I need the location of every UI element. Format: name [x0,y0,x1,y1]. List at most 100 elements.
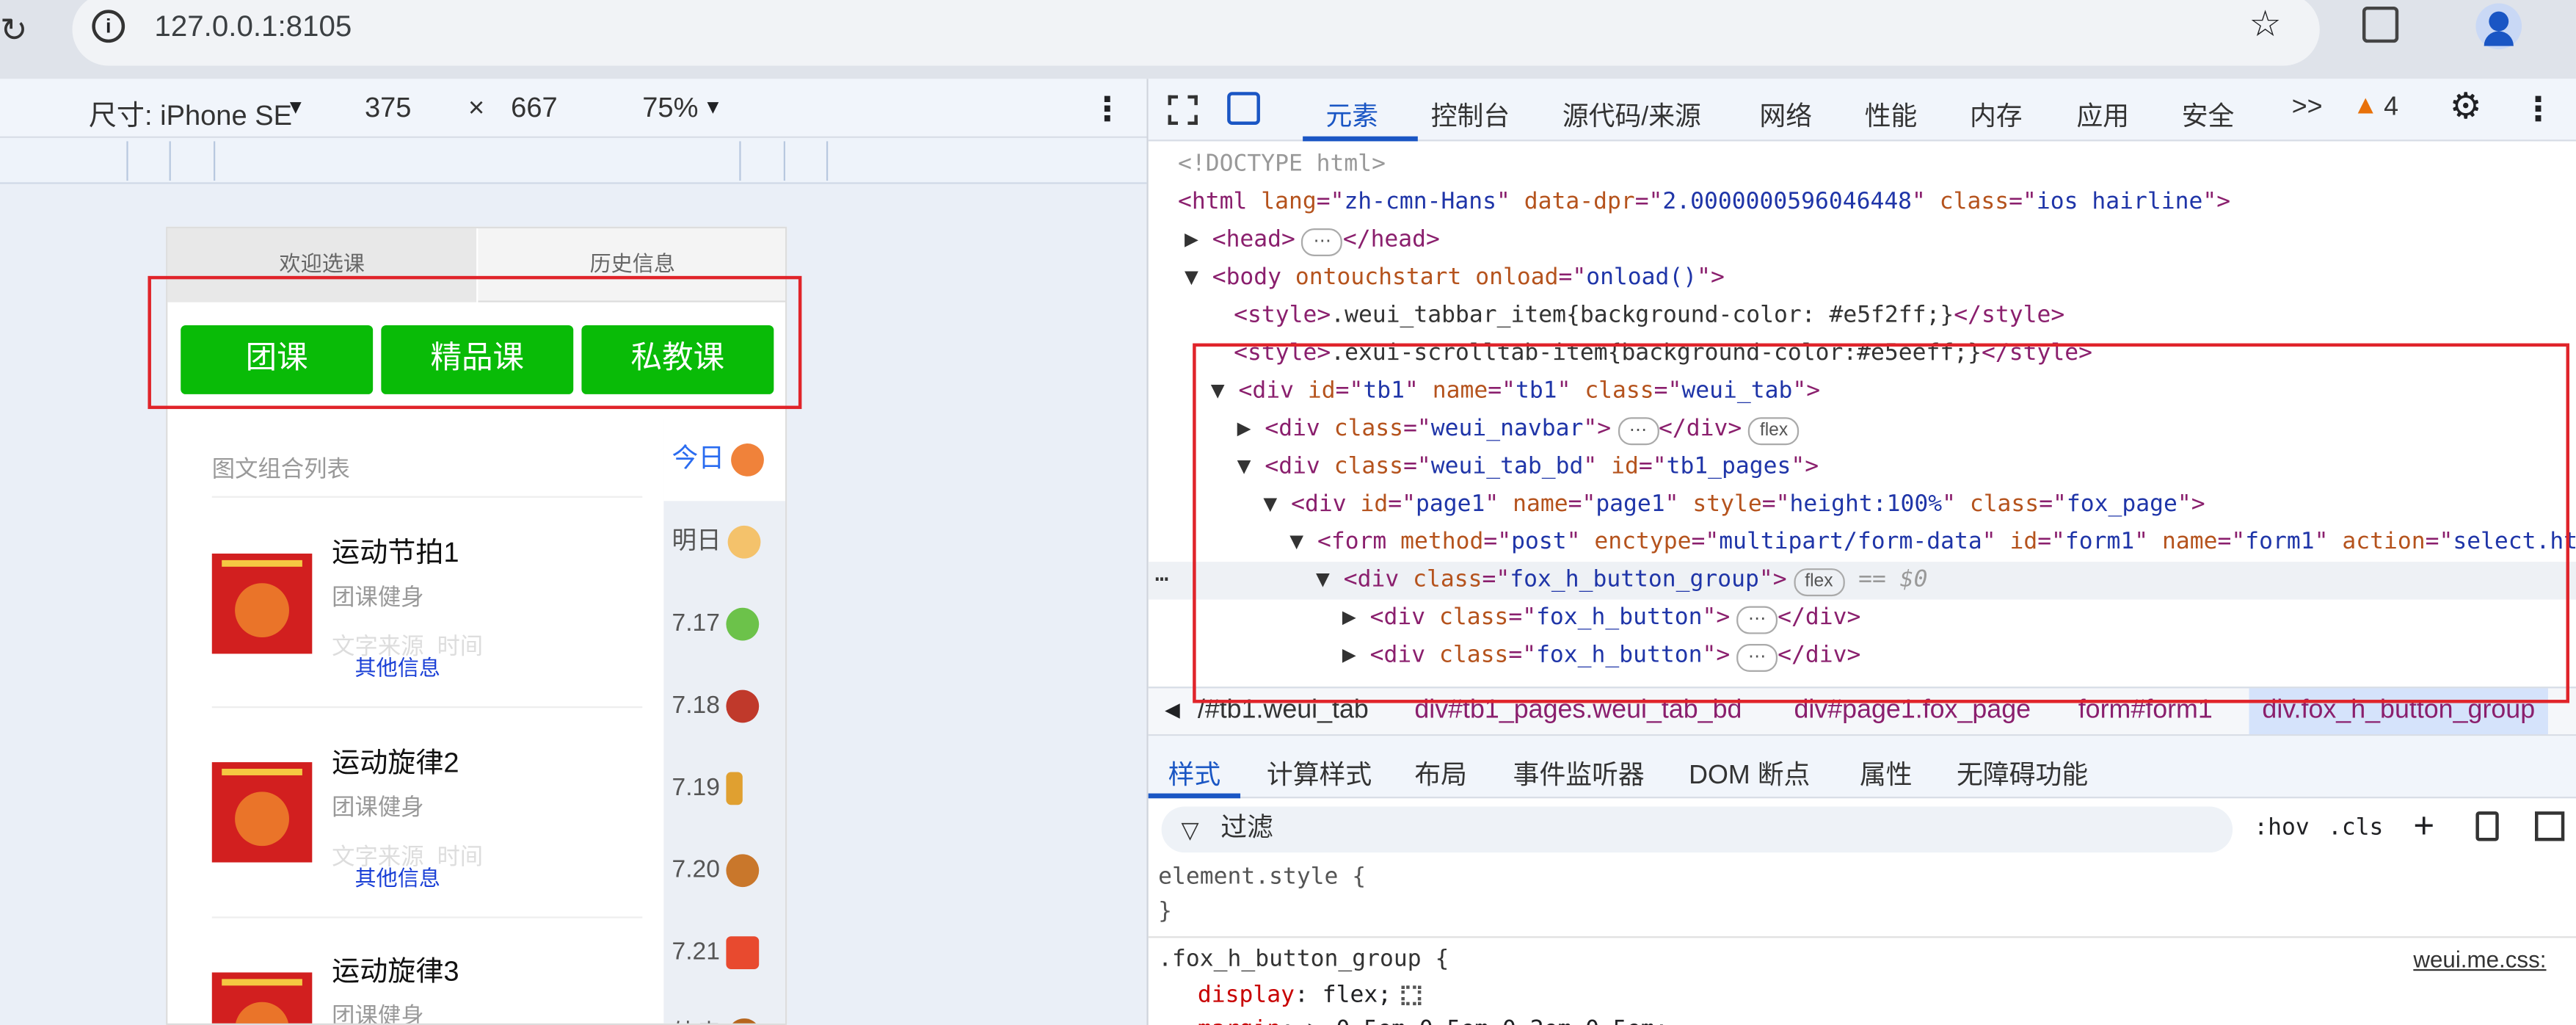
tab-computed[interactable]: 计算样式 [1267,753,1372,792]
tab-security[interactable]: 安全 [2182,94,2235,134]
chevron-down-icon[interactable]: ▼ [285,95,305,118]
sidebar-item-date[interactable]: 7.17 [663,583,785,665]
tab-memory[interactable]: 内存 [1970,94,2023,134]
tab-network[interactable]: 网络 [1759,94,1812,134]
dom-node[interactable]: <style>.weui_tabbar_item{background-colo… [1149,297,2576,335]
dom-node[interactable]: ▶ <head> ⋯ </head> [1149,222,2576,259]
food-icon [726,854,760,888]
filter-input[interactable]: ▽ 过滤 [1161,806,2233,853]
tab-sources[interactable]: 源代码/来源 [1562,94,1701,134]
date-sidebar: 今日 明日 7.17 7.18 7.19 7.20 7.21 外卖 [663,419,786,1024]
item-other-info[interactable]: 其他信息 [355,861,440,892]
tab-elements[interactable]: 元素 [1325,94,1378,134]
item-time: 时间 [437,632,484,659]
profile-avatar[interactable] [2475,3,2522,50]
tab-console[interactable]: 控制台 [1431,94,1510,134]
divider [211,706,643,709]
highlight-box [148,275,802,410]
item-other-info[interactable]: 其他信息 [355,651,440,682]
sun-icon [731,443,764,477]
scroll-left-icon[interactable]: ◀ [1165,698,1180,721]
more-options-icon[interactable]: ⋮ [1091,89,1124,130]
salad-icon [726,607,760,641]
gift-icon [726,936,760,970]
reload-icon[interactable]: ↻ [0,10,28,51]
list-header: 图文组合列表 [211,454,350,482]
chevron-down-icon[interactable]: ▼ [703,95,723,118]
styles-tabbar: 样式 计算样式 布局 事件监听器 DOM 断点 属性 无障碍功能 [1148,736,2576,799]
sunrise-icon [727,525,761,559]
inspect-element-icon[interactable] [1168,95,1198,126]
width-input[interactable]: 375 [365,92,412,125]
flex-editor-icon[interactable] [1401,985,1422,1006]
item-title[interactable]: 运动节拍1 [332,529,459,570]
rule-end: } [1158,898,1173,925]
dom-node[interactable]: <!DOCTYPE html> [1149,146,2576,184]
sidebar-item-date[interactable]: 7.20 [663,830,785,912]
device-toggle-icon[interactable] [1227,92,1260,126]
device-select[interactable]: 尺寸: iPhone SE [89,92,292,133]
warning-icon[interactable]: ▲ [2353,92,2379,121]
browser-toolbar: ↻ i 127.0.0.1:8105 ☆ [0,0,2576,79]
more-options-icon[interactable]: ⋮ [2522,89,2555,130]
add-rule-icon[interactable]: + [2413,805,2434,847]
filter-icon: ▽ [1181,816,1199,843]
divider [211,496,643,498]
tab-dom-breakpoints[interactable]: DOM 断点 [1689,753,1810,792]
site-info-icon[interactable]: i [92,10,125,43]
css-property[interactable]: margin: ▶ 0.5em 0.5em 0.2em 0.5em; [1198,1017,1669,1025]
stylesheet-link[interactable]: weui.me.css: [2413,946,2546,973]
item-thumbnail[interactable] [211,553,313,654]
settings-gear-icon[interactable]: ⚙ [2450,85,2482,128]
item-title[interactable]: 运动旋律2 [332,739,459,780]
item-subtitle: 团课健身 [332,1002,424,1025]
more-tabs-button[interactable]: >> [2292,94,2323,123]
item-thumbnail[interactable] [211,972,313,1024]
height-input[interactable]: 667 [511,92,558,125]
zoom-select[interactable]: 75% [642,92,698,125]
item-time: 时间 [437,842,484,869]
dom-node[interactable]: ▼ <body ontouchstart onload="onload()"> [1149,259,2576,297]
tab-event-listeners[interactable]: 事件监听器 [1513,753,1645,792]
active-tab-indicator [1303,136,1418,142]
rule-selector[interactable]: element.style { [1158,864,1366,891]
rule-selector[interactable]: .fox_h_button_group { [1158,946,1449,973]
divider [211,916,643,919]
item-subtitle: 团课健身 [332,793,424,820]
tab-styles[interactable]: 样式 [1168,753,1221,792]
css-property[interactable]: display: flex; [1198,982,1422,1009]
sidebar-item-today[interactable]: 今日 [663,419,786,501]
cls-toggle[interactable]: .cls [2328,815,2383,841]
sidebar-item-date[interactable]: 7.21 [663,912,785,994]
sidebar-item-date[interactable]: 7.18 [663,665,785,747]
device-toolbar: 尺寸: iPhone SE ▼ 375 × 667 75% ▼ ⋮ [0,79,1147,138]
sidebar-item-takeout[interactable]: 外卖 [663,994,785,1024]
active-tab-indicator [1148,793,1241,799]
tab-properties[interactable]: 属性 [1860,753,1913,792]
element-style-rule: element.style { } [1148,859,2576,938]
url-text[interactable]: 127.0.0.1:8105 [154,10,352,44]
item-subtitle: 团课健身 [332,583,424,610]
devtools-tabbar: 元素 控制台 源代码/来源 网络 性能 内存 应用 安全 >> ▲ 4 ⚙ ⋮ [1148,79,2576,142]
sidebar-item-date[interactable]: 7.19 [663,747,785,830]
sidebar-item-tomorrow[interactable]: 明日 [663,501,785,583]
extensions-icon[interactable] [2362,6,2399,43]
sidebar-toggle-icon[interactable] [2535,811,2565,841]
tab-accessibility[interactable]: 无障碍功能 [1957,753,2088,792]
media-query-ruler [0,137,1147,184]
item-title[interactable]: 运动旋律3 [332,948,459,989]
bookmark-star-icon[interactable]: ☆ [2249,3,2282,46]
hov-toggle[interactable]: :hov [2254,815,2309,841]
item-thumbnail[interactable] [211,762,313,863]
warning-count[interactable]: 4 [2384,94,2398,123]
dom-node[interactable]: <html lang="zh-cmn-Hans" data-dpr="2.000… [1149,184,2576,222]
bottle-icon [726,772,743,805]
dimension-times: × [467,92,485,123]
address-bar[interactable]: i 127.0.0.1:8105 ☆ [72,0,2320,66]
tab-application[interactable]: 应用 [2076,94,2129,134]
tab-performance[interactable]: 性能 [1865,94,1918,134]
tab-layout[interactable]: 布局 [1414,753,1467,792]
paint-icon[interactable] [2475,811,2499,841]
highlight-box [1193,343,2570,703]
bowl-icon [726,689,760,723]
